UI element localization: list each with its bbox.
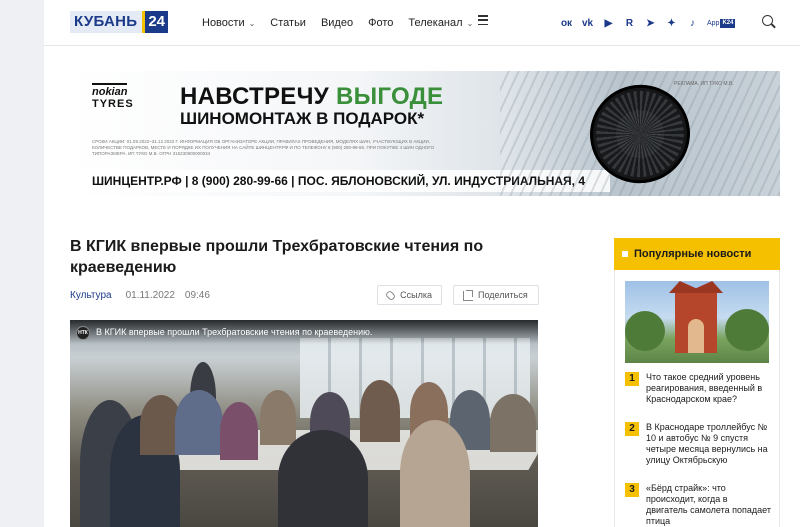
tree-shape <box>625 311 665 351</box>
video-frame-person <box>220 402 258 460</box>
video-frame-person <box>260 390 296 445</box>
video-player[interactable]: НТК В КГИК впервые прошли Трехбратовские… <box>70 320 538 527</box>
popular-news-item[interactable]: 2 В Краснодаре троллейбус № 10 и автобус… <box>625 422 771 466</box>
video-frame-person <box>490 394 536 452</box>
news-rank: 3 <box>625 483 639 497</box>
ad-subheadline: ШИНОМОНТАЖ В ПОДАРОК* <box>180 109 425 128</box>
news-headline[interactable]: «Бёрд страйк»: что происходит, когда в д… <box>646 483 771 527</box>
triumphal-arch <box>675 291 717 353</box>
nav-label: Видео <box>320 17 354 29</box>
link-icon <box>384 289 397 301</box>
app-link[interactable]: App K24 <box>707 18 736 28</box>
video-title-bar: НТК В КГИК впервые прошли Трехбратовские… <box>70 320 538 344</box>
share-button[interactable]: Поделиться <box>453 285 539 305</box>
ad-headline: НАВСТРЕЧУ ВЫГОДЕ <box>180 83 443 111</box>
ad-label: РЕКЛАМА. ИП ТУКО М.В. <box>674 81 734 87</box>
nav-item-video[interactable]: Видео <box>321 17 353 29</box>
popular-news-heading: Популярные новости <box>614 238 780 270</box>
nav-item-tv[interactable]: Телеканал ⌄ <box>408 17 473 29</box>
tiktok-icon[interactable]: ♪ <box>682 18 703 29</box>
ad-fine-print: СРОКИ АКЦИИ: 01.09.2022–31.12.2022 Г. ИН… <box>92 139 435 156</box>
search-icon[interactable] <box>762 15 776 29</box>
main-nav: Новости ⌄ Статьи Видео Фото Телеканал ⌄ <box>202 0 488 46</box>
ok-icon[interactable]: ок <box>556 18 577 29</box>
chevron-down-icon: ⌄ <box>466 18 474 28</box>
nav-item-photo[interactable]: Фото <box>368 17 393 29</box>
brand-logo: nokian TYRES <box>92 83 134 110</box>
brand-line2: TYRES <box>92 98 134 110</box>
share-icon <box>463 289 473 301</box>
app-badge: K24 <box>720 18 736 28</box>
copy-link-button[interactable]: Ссылка <box>377 285 442 305</box>
share-label: Поделиться <box>478 290 528 300</box>
video-frame-person <box>400 420 470 527</box>
nav-label: Телеканал <box>408 17 463 29</box>
nav-label: Фото <box>368 17 394 29</box>
copy-link-label: Ссылка <box>400 290 432 300</box>
youtube-icon[interactable]: ▶ <box>598 18 619 29</box>
news-rank: 2 <box>625 422 639 436</box>
site-logo[interactable]: КУБАНЬ 24 <box>70 11 169 33</box>
chevron-down-icon: ⌄ <box>248 18 256 28</box>
article-date: 01.11.2022 <box>125 290 175 301</box>
logo-text: КУБАНЬ <box>70 11 143 33</box>
article-time: 09:46 <box>184 290 210 301</box>
popular-news-photo[interactable] <box>625 281 769 363</box>
video-frame-person <box>278 430 368 527</box>
telegram-icon[interactable]: ➤ <box>640 18 661 29</box>
news-rank: 1 <box>625 372 639 386</box>
rutube-icon[interactable]: R <box>619 18 640 29</box>
ad-banner[interactable]: nokian TYRES НАВСТРЕЧУ ВЫГОДЕ ШИНОМОНТАЖ… <box>70 71 780 196</box>
site-header: КУБАНЬ 24 Новости ⌄ Статьи Видео Фото Тел… <box>44 0 800 46</box>
nav-label: Статьи <box>270 17 306 29</box>
article-meta: Культура 01.11.2022 09:46 <box>70 290 210 301</box>
popular-news-item[interactable]: 1 Что такое средний уровень реагирования… <box>625 372 771 405</box>
video-title[interactable]: В КГИК впервые прошли Трехбратовские чте… <box>96 327 372 337</box>
ad-headline-part2: ВЫГОДЕ <box>335 83 444 110</box>
app-label: App <box>707 19 720 27</box>
nav-item-news[interactable]: Новости ⌄ <box>202 17 255 29</box>
nav-item-articles[interactable]: Статьи <box>270 17 306 29</box>
ad-contacts: ШИНЦЕНТР.РФ | 8 (900) 280-99-66 | ПОС. Я… <box>70 170 610 192</box>
nav-label: Новости <box>202 17 245 29</box>
tire-image <box>577 71 703 196</box>
logo-number: 24 <box>142 11 169 33</box>
popular-news-title: Популярные новости <box>634 248 752 260</box>
video-frame-person <box>360 380 400 442</box>
article-category[interactable]: Культура <box>70 290 112 301</box>
article-title: В КГИК впервые прошли Трехбратовские чте… <box>70 238 484 276</box>
news-headline[interactable]: В Краснодаре троллейбус № 10 и автобус №… <box>646 422 771 466</box>
vk-icon[interactable]: vk <box>577 18 598 29</box>
zen-icon[interactable]: ✦ <box>661 18 682 29</box>
news-headline[interactable]: Что такое средний уровень реагирования, … <box>646 372 771 405</box>
video-frame-person <box>175 390 223 455</box>
channel-logo: НТК <box>76 326 90 340</box>
square-bullet-icon <box>622 251 628 257</box>
popular-news-item[interactable]: 3 «Бёрд страйк»: что происходит, когда в… <box>625 483 771 527</box>
tree-shape <box>725 309 769 351</box>
menu-icon[interactable] <box>478 15 488 25</box>
social-links: ок vk ▶ R ➤ ✦ ♪ App K24 <box>556 0 736 46</box>
ad-headline-part1: НАВСТРЕЧУ <box>180 83 336 110</box>
brand-line1: nokian <box>92 83 128 98</box>
